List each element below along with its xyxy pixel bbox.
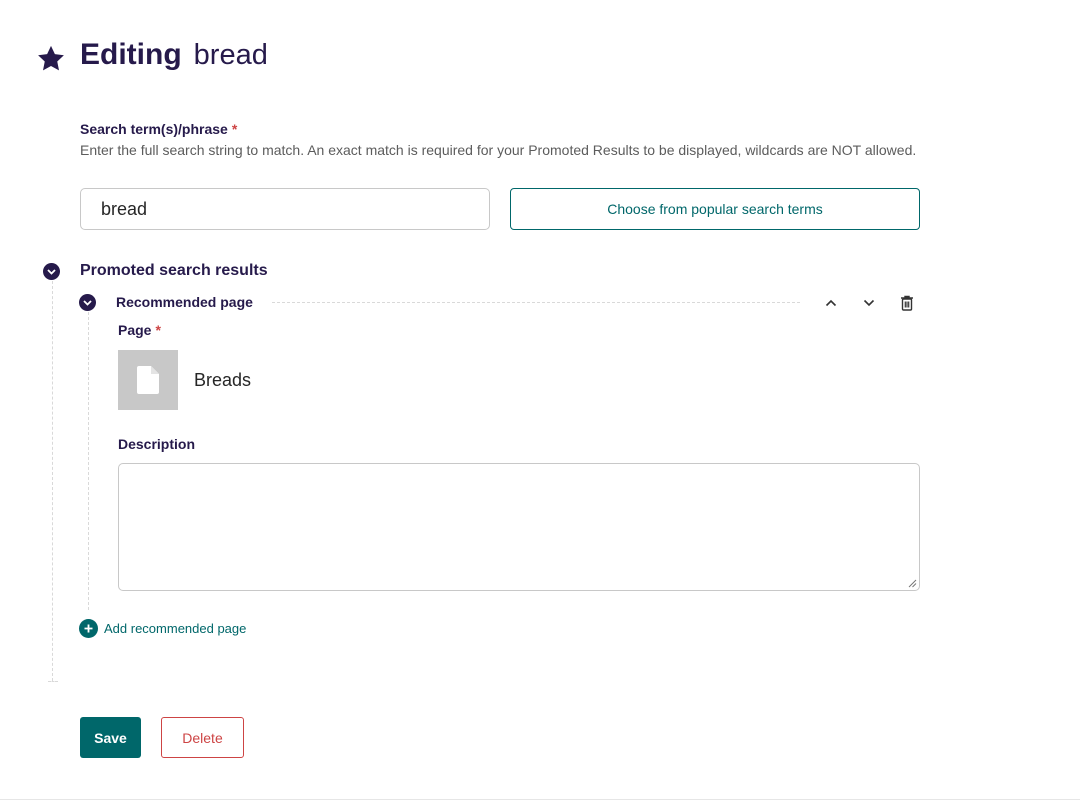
section-guide-line: [52, 281, 53, 681]
page-title: Editing bread: [80, 38, 268, 84]
chevron-down-icon: [863, 299, 875, 307]
search-term-help-text: Enter the full search string to match. A…: [80, 142, 917, 158]
required-marker: *: [231, 121, 238, 137]
delete-block-button[interactable]: [897, 293, 917, 313]
promoted-results-title: Promoted search results: [80, 262, 268, 279]
chevron-down-icon: [83, 299, 92, 306]
description-textarea[interactable]: [118, 463, 920, 591]
block-guide-line: [88, 312, 89, 610]
section-guide-end: [48, 681, 58, 682]
block-collapse-toggle[interactable]: [79, 294, 96, 311]
description-label: Description: [118, 436, 196, 452]
document-icon: [137, 366, 159, 394]
required-marker: *: [155, 322, 161, 338]
page-field-label: Page *: [118, 322, 161, 338]
search-term-input[interactable]: bread: [80, 188, 490, 230]
save-button[interactable]: Save: [80, 717, 141, 758]
move-up-button[interactable]: [821, 293, 841, 313]
choose-popular-search-terms-button[interactable]: Choose from popular search terms: [510, 188, 920, 230]
search-term-value: bread: [101, 198, 148, 219]
move-down-button[interactable]: [859, 293, 879, 313]
chevron-down-icon: [47, 268, 56, 275]
star-icon: [38, 45, 64, 71]
section-collapse-toggle[interactable]: [43, 263, 60, 280]
delete-button[interactable]: Delete: [161, 717, 244, 758]
chosen-page-title: Breads: [194, 370, 252, 390]
search-term-label-text: Search term(s)/phrase: [80, 121, 228, 137]
page-title-subject: bread: [193, 39, 268, 71]
resize-grip-icon[interactable]: [907, 578, 917, 588]
page-field-label-text: Page: [118, 322, 152, 338]
add-recommended-page-label: Add recommended page: [104, 621, 247, 636]
page-title-action: Editing: [80, 38, 182, 71]
chevron-up-icon: [825, 299, 837, 307]
block-header-divider: [272, 302, 800, 303]
search-term-label: Search term(s)/phrase *: [80, 121, 237, 137]
add-recommended-page-button[interactable]: Add recommended page: [79, 619, 246, 638]
page-chooser[interactable]: [118, 350, 178, 410]
trash-icon: [901, 295, 913, 311]
plus-icon: [79, 619, 98, 638]
recommended-page-block-title: Recommended page: [116, 294, 253, 310]
